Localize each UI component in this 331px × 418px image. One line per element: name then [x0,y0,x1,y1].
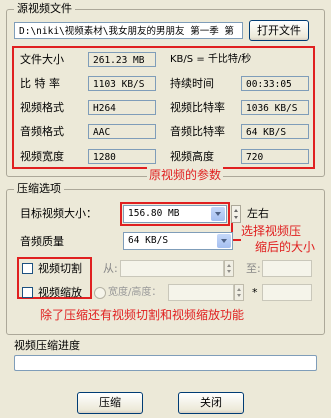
video-format-value: H264 [88,100,156,115]
extra-features-annotation: 除了压缩还有视频切割和视频缩放功能 [40,308,245,322]
compress-button[interactable]: 压缩 [77,392,143,414]
from-label: 从: [103,262,118,275]
audio-quality-value: 64 KB/S [128,235,169,246]
file-size-value: 261.23 MB [88,52,156,67]
width-height-label: 宽度/高度： [108,287,162,298]
video-bitrate-label: 视频比特率 [170,101,225,114]
scale-radio[interactable] [94,287,106,299]
progress-label: 视频压缩进度 [14,339,80,352]
video-bitrate-value: 1036 KB/S [241,100,309,115]
compress-progress-bar [14,355,317,371]
scale-checkbox[interactable] [22,287,33,298]
scale-height-field[interactable] [262,284,312,301]
video-width-label: 视频宽度 [20,150,64,163]
bitrate-value: 1103 KB/S [88,76,156,91]
compress-group-legend: 压缩选项 [14,182,64,195]
duration-label: 持续时间 [170,77,214,90]
cut-checkbox[interactable] [22,263,33,274]
source-group-legend: 源视频文件 [14,2,75,15]
target-size-annotation-line2: 缩后的大小 [255,240,316,254]
audio-bitrate-label: 音频比特率 [170,125,225,138]
video-width-value: 1280 [88,149,156,164]
video-format-label: 视频格式 [20,101,64,114]
unit-note: KB/S = 千比特/秒 [170,54,252,65]
file-size-label: 文件大小 [20,53,64,66]
times-sign: * [252,286,258,299]
approx-label: 左右 [247,207,269,220]
audio-format-value: AAC [88,124,156,139]
audio-quality-label: 音频质量 [20,235,64,248]
scale-label: 视频缩放 [38,286,82,299]
audio-bitrate-value: 64 KB/S [241,124,309,139]
cut-label: 视频切割 [38,262,82,275]
duration-value: 00:33:05 [241,76,309,91]
video-height-value: 720 [241,149,309,164]
source-params-annotation: 原视频的参数 [147,166,224,183]
source-path-field[interactable]: D:\niki\视频素材\我女朋友的男朋友 第一季 第 [14,22,243,39]
scale-width-field[interactable] [168,284,234,301]
scale-width-spinner[interactable] [234,284,244,301]
video-height-label: 视频高度 [170,150,214,163]
bitrate-label: 比 特 率 [20,77,60,90]
chevron-down-icon[interactable] [217,234,231,248]
audio-format-label: 音频格式 [20,125,64,138]
to-label: 至: [246,262,261,275]
chevron-down-icon[interactable] [211,207,225,221]
cut-from-spinner[interactable] [224,260,234,277]
close-button[interactable]: 关闭 [178,392,244,414]
target-size-value: 156.80 MB [128,208,180,219]
cut-from-field[interactable] [120,260,224,277]
open-file-button[interactable]: 打开文件 [249,20,309,41]
target-size-annotation-line1: 选择视频压 [241,224,302,238]
audio-quality-select[interactable]: 64 KB/S [123,232,233,250]
target-size-label: 目标视频大小： [20,207,97,220]
target-size-select[interactable]: 156.80 MB [123,205,227,223]
cut-to-field[interactable] [262,260,312,277]
target-size-spinner[interactable] [231,205,241,223]
